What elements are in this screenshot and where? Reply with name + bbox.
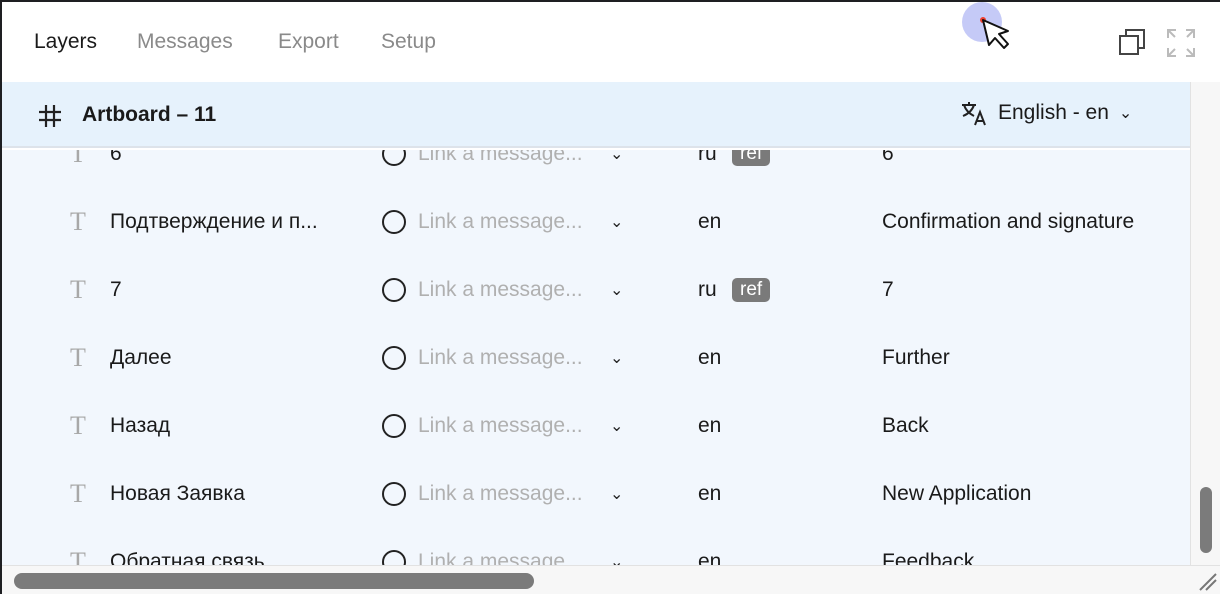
language-select[interactable]: English - en ⌄ xyxy=(960,100,1132,126)
layer-row[interactable]: T 6 Link a message... ⌄ ru ref 6 xyxy=(2,150,1190,188)
vertical-scrollbar[interactable] xyxy=(1190,82,1220,567)
link-message-select[interactable]: Link a message... xyxy=(418,550,583,565)
link-message-select[interactable]: Link a message... xyxy=(418,278,583,302)
link-message-select[interactable]: Link a message... xyxy=(418,210,583,234)
layer-row[interactable]: T Далее Link a message... ⌄ en Further xyxy=(2,324,1190,392)
chevron-down-icon[interactable]: ⌄ xyxy=(610,484,623,504)
tab-bar: Layers Messages Export Setup xyxy=(2,2,1220,82)
link-status-icon[interactable] xyxy=(382,150,406,166)
tab-messages[interactable]: Messages xyxy=(137,30,233,54)
tab-setup[interactable]: Setup xyxy=(381,30,436,54)
translation-value: Confirmation and signature xyxy=(882,210,1135,233)
layer-name: Далее xyxy=(110,346,172,369)
translation-value: New Application xyxy=(882,482,1032,505)
artboard-title: Artboard – 11 xyxy=(82,103,217,126)
chevron-down-icon: ⌄ xyxy=(1118,105,1133,122)
translate-icon xyxy=(962,102,986,126)
text-icon: T xyxy=(70,207,86,236)
chevron-down-icon[interactable]: ⌄ xyxy=(610,348,623,368)
link-status-icon[interactable] xyxy=(382,482,406,506)
link-status-icon[interactable] xyxy=(382,550,406,565)
text-icon: T xyxy=(70,411,86,440)
chevron-down-icon[interactable]: ⌄ xyxy=(610,150,623,164)
translation-value: Further xyxy=(882,346,950,369)
ref-badge: ref xyxy=(732,278,771,302)
language-code: en xyxy=(698,414,722,437)
translation-value: 6 xyxy=(882,150,894,165)
layer-row[interactable]: T Новая Заявка Link a message... ⌄ en New… xyxy=(2,460,1190,528)
artboard-header: Artboard – 11 English - en ⌄ xyxy=(2,82,1190,148)
layer-row[interactable]: T Обратная связь Link a message... ⌄ en F… xyxy=(2,528,1190,565)
tab-export[interactable]: Export xyxy=(278,30,339,54)
translation-value: 7 xyxy=(882,278,894,301)
layer-name: Назад xyxy=(110,414,171,437)
expand-icon[interactable] xyxy=(1166,28,1196,58)
layer-row[interactable]: T 7 Link a message... ⌄ ru ref 7 xyxy=(2,256,1190,324)
text-icon: T xyxy=(70,343,86,372)
link-message-select[interactable]: Link a message... xyxy=(418,482,583,506)
layer-row[interactable]: T Подтверждение и п... Link a message...… xyxy=(2,188,1190,256)
text-icon: T xyxy=(70,479,86,508)
language-code: en xyxy=(698,482,722,505)
link-status-icon[interactable] xyxy=(382,278,406,302)
layer-row[interactable]: T Назад Link a message... ⌄ en Back xyxy=(2,392,1190,460)
language-code: ru xyxy=(698,278,717,301)
link-message-select[interactable]: Link a message... xyxy=(418,150,583,166)
translation-value: Back xyxy=(882,414,929,437)
link-message-select[interactable]: Link a message... xyxy=(418,414,583,438)
vertical-scroll-thumb[interactable] xyxy=(1200,487,1212,553)
text-icon: T xyxy=(70,275,86,304)
layer-name: 6 xyxy=(110,150,122,165)
layer-name: Обратная связь xyxy=(110,550,265,565)
chevron-down-icon[interactable]: ⌄ xyxy=(610,552,623,565)
layer-name: Подтверждение и п... xyxy=(110,210,318,233)
link-status-icon[interactable] xyxy=(382,346,406,370)
layers-list: T 6 Link a message... ⌄ ru ref 6 T Подтверж… xyxy=(2,150,1190,565)
link-status-icon[interactable] xyxy=(382,210,406,234)
text-icon: T xyxy=(70,547,86,565)
link-message-select[interactable]: Link a message... xyxy=(418,346,583,370)
horizontal-scroll-thumb[interactable] xyxy=(14,573,534,589)
language-label: English - en xyxy=(998,101,1109,124)
layer-name: 7 xyxy=(110,278,122,301)
window-icon[interactable] xyxy=(1118,28,1146,56)
resize-handle-icon[interactable] xyxy=(1196,570,1218,592)
layer-name: Новая Заявка xyxy=(110,482,245,505)
language-code: en xyxy=(698,550,722,565)
link-status-icon[interactable] xyxy=(382,414,406,438)
language-code: ru xyxy=(698,150,717,165)
translation-value: Feedback xyxy=(882,550,975,565)
tab-layers[interactable]: Layers xyxy=(34,30,97,54)
language-code: en xyxy=(698,210,722,233)
mouse-cursor-icon xyxy=(980,17,1009,49)
chevron-down-icon[interactable]: ⌄ xyxy=(610,280,623,300)
text-icon: T xyxy=(70,150,86,168)
plugin-window: Layers Messages Export Setup Artboard – … xyxy=(2,2,1220,594)
horizontal-scrollbar[interactable] xyxy=(2,565,1220,594)
chevron-down-icon[interactable]: ⌄ xyxy=(610,212,623,232)
ref-badge: ref xyxy=(732,150,771,166)
language-code: en xyxy=(698,346,722,369)
chevron-down-icon[interactable]: ⌄ xyxy=(610,416,623,436)
hash-icon xyxy=(39,105,61,127)
